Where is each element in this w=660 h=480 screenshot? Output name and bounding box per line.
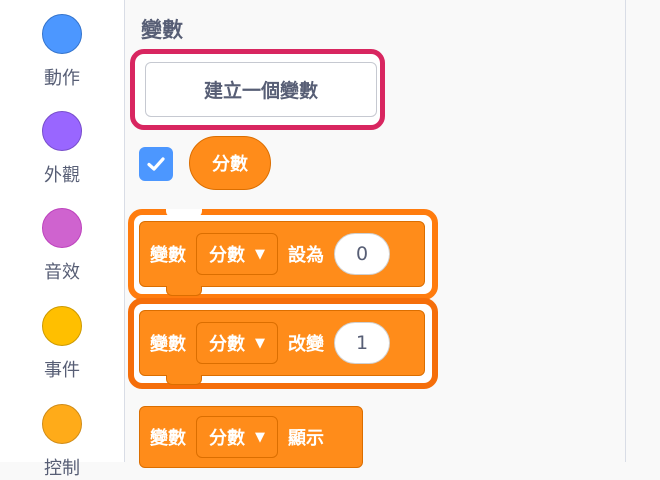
category-label: 音效	[44, 262, 80, 283]
set-variable-block[interactable]: 變數 分數 ▼ 設為 0	[139, 221, 425, 287]
show-variable-block[interactable]: 變數 分數 ▼ 顯示	[139, 406, 363, 468]
category-events[interactable]: 事件	[0, 306, 124, 382]
motion-dot-icon	[42, 14, 82, 54]
category-label: 動作	[44, 68, 80, 89]
variable-dropdown[interactable]: 分數 ▼	[196, 233, 278, 275]
palette-section-title: 變數	[141, 18, 183, 42]
block-action-label: 設為	[288, 245, 324, 266]
block-palette: 變數 建立一個變數 分數 變數 分數 ▼ 設為 0 變數 分數 ▼ 改變 1 變…	[125, 0, 626, 468]
dropdown-value: 分數	[209, 334, 245, 355]
make-variable-highlight: 建立一個變數	[130, 49, 385, 130]
make-variable-button[interactable]: 建立一個變數	[145, 62, 377, 117]
block-notch	[166, 286, 202, 296]
block-label: 變數	[150, 245, 186, 266]
change-variable-block[interactable]: 變數 分數 ▼ 改變 1	[139, 310, 425, 376]
block-action-label: 顯示	[288, 428, 324, 449]
block-notch	[166, 209, 202, 217]
control-dot-icon	[42, 404, 82, 444]
category-control[interactable]: 控制	[0, 404, 124, 480]
sound-dot-icon	[42, 208, 82, 248]
variable-dropdown[interactable]: 分數 ▼	[196, 322, 278, 364]
variable-dropdown[interactable]: 分數 ▼	[196, 416, 278, 458]
events-dot-icon	[42, 306, 82, 346]
category-looks[interactable]: 外觀	[0, 111, 124, 187]
block-action-label: 改變	[288, 334, 324, 355]
caret-down-icon: ▼	[255, 246, 265, 262]
set-variable-highlight: 變數 分數 ▼ 設為 0	[128, 209, 438, 300]
caret-down-icon: ▼	[255, 429, 265, 445]
variable-checkbox[interactable]	[139, 147, 173, 181]
category-label: 事件	[44, 360, 80, 381]
block-notch	[166, 375, 202, 385]
dropdown-value: 分數	[209, 245, 245, 266]
variable-reporter-block[interactable]: 分數	[189, 136, 271, 190]
block-label: 變數	[150, 428, 186, 449]
category-label: 外觀	[44, 165, 80, 186]
block-label: 變數	[150, 334, 186, 355]
dropdown-value: 分數	[209, 428, 245, 449]
category-motion[interactable]: 動作	[0, 14, 124, 90]
check-icon	[147, 157, 165, 171]
category-label: 控制	[44, 458, 80, 479]
value-input[interactable]: 1	[334, 322, 390, 364]
category-sidebar: 動作 外觀 音效 事件 控制	[0, 0, 125, 479]
looks-dot-icon	[42, 111, 82, 151]
value-input[interactable]: 0	[334, 233, 390, 275]
category-sound[interactable]: 音效	[0, 208, 124, 284]
change-variable-highlight: 變數 分數 ▼ 改變 1	[128, 298, 438, 389]
caret-down-icon: ▼	[255, 335, 265, 351]
code-area-edge	[626, 0, 660, 462]
